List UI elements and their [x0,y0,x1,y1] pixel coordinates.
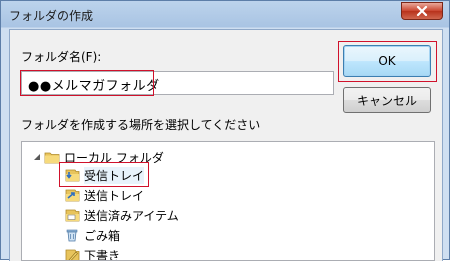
tree-item-sent-items[interactable]: 送信済みアイテム [64,205,179,225]
tree-item-inbox[interactable]: 受信トレイ [64,165,144,185]
folder-name-input[interactable]: ●●メルマガフォルダ [21,71,334,95]
close-button[interactable] [401,2,443,20]
ok-button[interactable]: OK [343,45,431,77]
tree-root-label: ローカル フォルダ [64,149,164,166]
tree-root-local-folders[interactable]: ローカル フォルダ [44,147,164,167]
tree-item-label: 送信済みアイテム [84,207,179,224]
trash-icon [64,227,80,243]
close-icon [416,6,428,16]
tree-item-label: 下書き [84,247,120,261]
location-label: フォルダを作成する場所を選択してください [21,116,260,133]
dialog-window: フォルダの作成 フォルダ名(F): ●●メルマガフォルダ フォルダを作成する場所… [0,0,450,260]
tree-item-drafts[interactable]: 下書き [64,245,120,261]
tree-item-label: ごみ箱 [84,227,120,244]
inbox-icon [64,167,80,183]
tree-item-outbox[interactable]: 送信トレイ [64,185,144,205]
drafts-icon [64,247,80,261]
folder-icon [44,149,60,165]
folder-tree[interactable]: ローカル フォルダ 受信トレイ 送信トレイ [21,141,435,261]
title-bar[interactable]: フォルダの作成 [1,1,449,29]
cancel-button[interactable]: キャンセル [343,87,431,113]
folder-name-label: フォルダ名(F): [21,48,101,65]
window-title: フォルダの作成 [9,7,93,24]
expanded-arrow-icon[interactable] [32,152,42,162]
tree-item-label: 受信トレイ [84,167,144,184]
outbox-icon [64,187,80,203]
sent-items-icon [64,207,80,223]
tree-item-trash[interactable]: ごみ箱 [64,225,120,245]
tree-item-label: 送信トレイ [84,187,144,204]
